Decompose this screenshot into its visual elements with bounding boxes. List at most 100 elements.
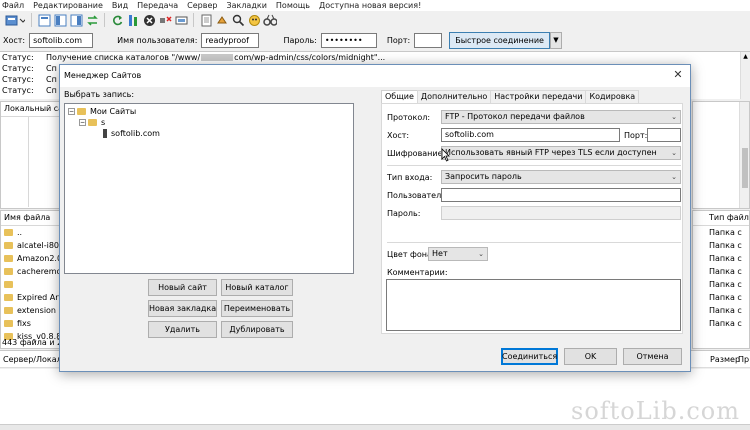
menu-transfer[interactable]: Передача — [137, 1, 178, 10]
scroll-thumb[interactable] — [742, 148, 748, 188]
user-input[interactable] — [441, 188, 681, 202]
tab-charset[interactable]: Кодировка — [585, 90, 640, 103]
menu-help[interactable]: Помощь — [276, 1, 310, 10]
watermark: softoLib.com — [571, 397, 740, 425]
menu-new-version[interactable]: Доступна новая версия! — [319, 1, 421, 10]
toggle-local-tree-icon[interactable] — [53, 13, 67, 27]
quick-user-input[interactable]: readyproof — [201, 32, 260, 48]
remote-tree-panel — [692, 101, 750, 209]
folder-icon — [4, 255, 13, 262]
table-row[interactable]: Папка с — [693, 265, 749, 278]
chevron-down-icon: ⌄ — [671, 113, 677, 121]
duplicate-button[interactable]: Дублировать — [221, 321, 293, 338]
table-row[interactable]: Папка с — [693, 252, 749, 265]
menu-server[interactable]: Сервер — [187, 1, 217, 10]
new-site-button[interactable]: Новый сайт — [148, 279, 217, 296]
new-folder-button[interactable]: Новый каталог — [221, 279, 293, 296]
file-name: extension — [17, 306, 56, 315]
tab-general[interactable]: Общие — [381, 90, 418, 104]
cancel-button[interactable]: Отмена — [623, 348, 682, 365]
tree-folder[interactable]: − s — [79, 118, 105, 127]
log-label: Статус: — [2, 53, 34, 62]
logon-type-value: Запросить пароль — [445, 172, 522, 181]
ok-button[interactable]: OK — [564, 348, 617, 365]
queue-col-size[interactable]: Размер — [710, 355, 740, 364]
scroll-up-icon[interactable]: ▲ — [741, 52, 750, 61]
general-tab-page: Протокол: FTP - Протокол передачи файлов… — [381, 103, 683, 334]
list-item[interactable]: extension — [1, 304, 59, 317]
queue-col-priority[interactable]: Пр — [738, 355, 749, 364]
close-icon[interactable]: ✕ — [672, 69, 684, 81]
refresh-icon[interactable] — [110, 13, 124, 27]
menu-bookmarks[interactable]: Закладки — [226, 1, 266, 10]
sync-browse-icon[interactable] — [231, 13, 245, 27]
divider — [28, 117, 29, 207]
redacted-block — [201, 54, 234, 61]
table-row[interactable]: Папка с — [693, 304, 749, 317]
list-item[interactable]: alcatel-i800-c — [1, 239, 71, 252]
cancel-icon[interactable] — [142, 13, 156, 27]
tab-transfer-settings[interactable]: Настройки передачи — [490, 90, 587, 103]
remote-col-type[interactable]: Тип файла — [693, 211, 749, 226]
logon-type-select[interactable]: Запросить пароль ⌄ — [441, 170, 681, 184]
menu-file[interactable]: Файл — [2, 1, 24, 10]
protocol-select[interactable]: FTP - Протокол передачи файлов ⌄ — [441, 110, 681, 124]
find-icon[interactable] — [263, 13, 277, 27]
collapse-icon[interactable]: − — [68, 108, 75, 115]
log-label: Статус: — [2, 64, 34, 73]
toggle-queue-icon[interactable] — [85, 13, 99, 27]
quick-host-input[interactable]: softolib.com — [29, 32, 94, 48]
collapse-icon[interactable]: − — [79, 119, 86, 126]
folder-icon — [4, 242, 13, 249]
disconnect-icon[interactable] — [158, 13, 172, 27]
bg-color-select[interactable]: Нет ⌄ — [428, 247, 488, 261]
quickconnect-button[interactable]: Быстрое соединение — [449, 31, 550, 49]
encryption-select[interactable]: Использовать явный FTP через TLS если до… — [441, 146, 681, 160]
pass-label: Пароль: — [283, 35, 317, 45]
tree-root[interactable]: − Мои Сайты — [68, 107, 136, 116]
table-row[interactable]: Папка с — [693, 317, 749, 330]
list-item[interactable] — [1, 278, 59, 291]
compare-icon[interactable] — [215, 13, 229, 27]
list-item[interactable]: .. — [1, 226, 59, 239]
list-item[interactable]: Expired Article — [1, 291, 75, 304]
rename-button[interactable]: Переименовать — [221, 300, 293, 317]
table-row[interactable]: Папка с — [693, 278, 749, 291]
list-item[interactable]: cacheremove — [1, 265, 71, 278]
tab-advanced[interactable]: Дополнительно — [416, 90, 492, 103]
list-item[interactable]: fixs — [1, 317, 59, 330]
process-queue-icon[interactable] — [126, 13, 140, 27]
quick-pass-input[interactable]: •••••••• — [320, 32, 377, 48]
file-name: fixs — [17, 319, 31, 328]
port-input[interactable] — [647, 128, 681, 142]
log-row: Статус: Получение списка каталогов "/www… — [0, 52, 750, 63]
filter-icon[interactable] — [199, 13, 213, 27]
remote-tree-scrollbar[interactable] — [739, 102, 749, 208]
table-row[interactable]: Папка с — [693, 239, 749, 252]
menu-view[interactable]: Вид — [112, 1, 128, 10]
search-icon[interactable] — [247, 13, 261, 27]
new-bookmark-button[interactable]: Новая закладка — [148, 300, 217, 317]
encryption-value: Использовать явный FTP через TLS если до… — [445, 148, 657, 157]
table-row[interactable]: Папка с — [693, 226, 749, 239]
menu-edit[interactable]: Редактирование — [33, 1, 103, 10]
toolbar-separator — [193, 13, 194, 27]
connect-button[interactable]: Соединиться — [501, 348, 558, 365]
password-label: Пароль: — [387, 209, 421, 218]
site-manager-icon[interactable] — [4, 13, 26, 27]
host-input[interactable]: softolib.com — [441, 128, 620, 142]
tree-root-label: Мои Сайты — [90, 107, 137, 116]
toggle-log-icon[interactable] — [37, 13, 51, 27]
folder-icon — [77, 108, 86, 115]
tree-site[interactable]: softolib.com — [103, 129, 160, 138]
reconnect-icon[interactable] — [174, 13, 188, 27]
local-col-name[interactable]: Имя файла — [1, 211, 59, 226]
delete-button[interactable]: Удалить — [148, 321, 217, 338]
table-row[interactable]: Папка с — [693, 291, 749, 304]
site-manager-dialog: Менеджер Сайтов ✕ Выбрать запись: − Мои … — [59, 64, 691, 372]
list-item[interactable]: Amazon2.0 — [1, 252, 62, 265]
toggle-remote-tree-icon[interactable] — [69, 13, 83, 27]
comments-textarea[interactable] — [386, 279, 681, 331]
quick-port-input[interactable] — [414, 32, 443, 48]
quickconnect-dropdown[interactable]: ▼ — [549, 31, 562, 49]
